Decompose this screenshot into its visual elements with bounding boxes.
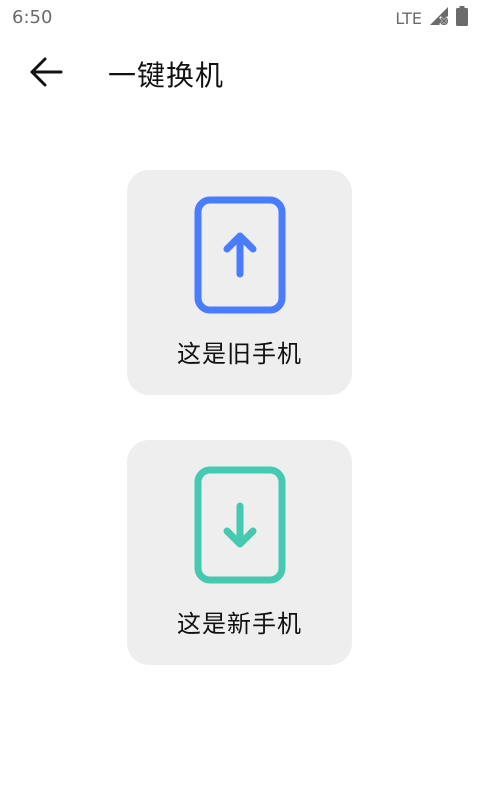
battery-icon <box>456 6 468 30</box>
signal-icon <box>428 6 450 30</box>
arrow-left-icon <box>28 56 64 92</box>
status-bar: 6:50 LTE <box>0 0 480 36</box>
new-phone-card[interactable]: 这是新手机 <box>127 440 352 665</box>
phone-upload-icon <box>194 196 286 314</box>
new-phone-label: 这是新手机 <box>177 610 302 638</box>
old-phone-label: 这是旧手机 <box>177 340 302 368</box>
back-button[interactable] <box>22 52 70 96</box>
old-phone-card[interactable]: 这是旧手机 <box>127 170 352 395</box>
app-bar: 一键换机 <box>0 36 480 108</box>
page-title: 一键换机 <box>108 59 225 92</box>
status-icons: LTE <box>395 6 468 30</box>
network-type: LTE <box>395 8 422 28</box>
status-time: 6:50 <box>12 7 53 28</box>
phone-download-icon <box>194 466 286 584</box>
